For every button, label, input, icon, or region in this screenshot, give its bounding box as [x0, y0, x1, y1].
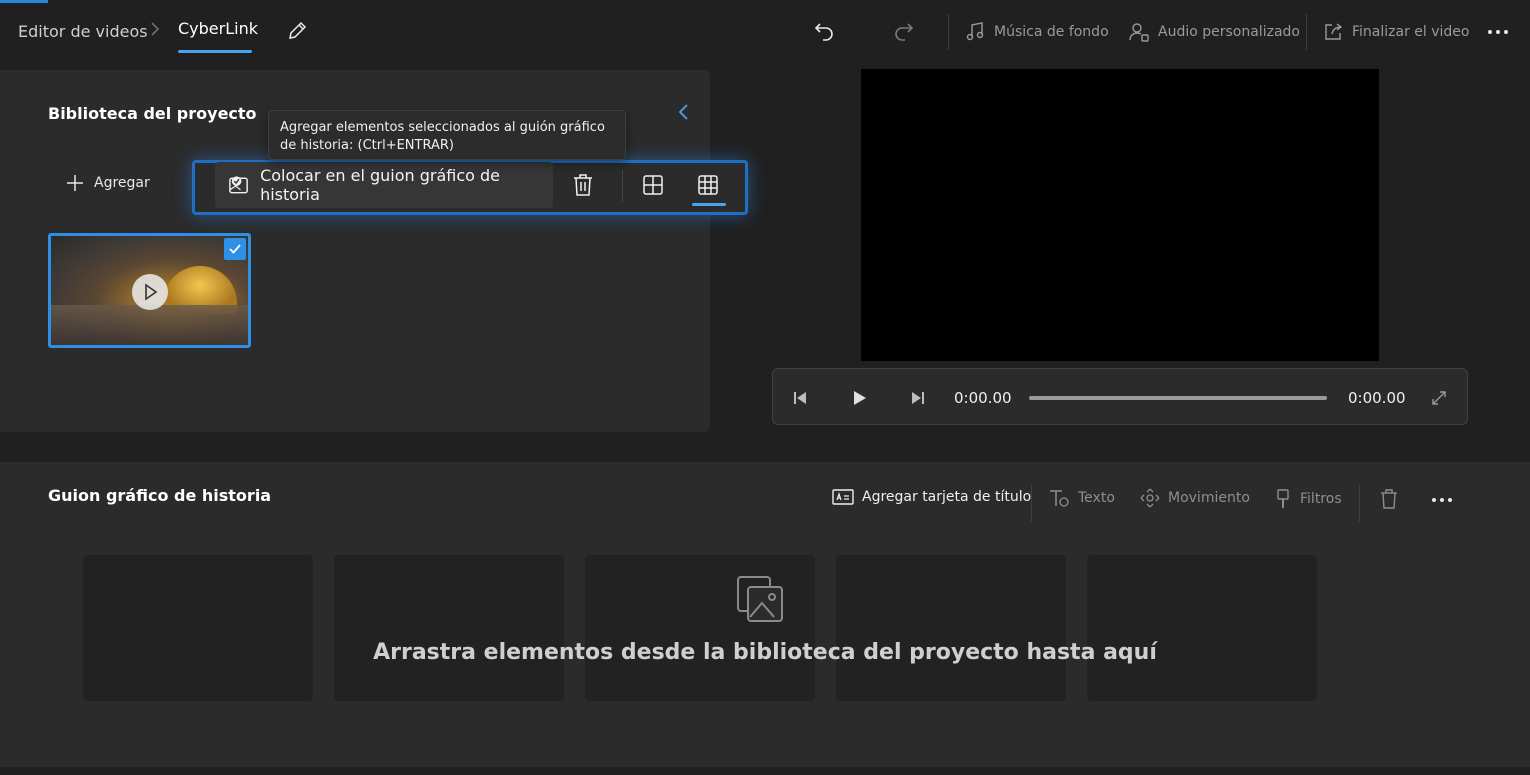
- add-title-card-label: Agregar tarjeta de título: [862, 489, 1032, 505]
- text-button[interactable]: Texto: [1048, 488, 1115, 508]
- storyboard-slot: [836, 555, 1066, 701]
- more-options-icon[interactable]: [1486, 22, 1510, 46]
- add-media-button[interactable]: Agregar: [66, 174, 150, 192]
- loading-indicator: [0, 0, 48, 3]
- background-music-label: Música de fondo: [994, 24, 1109, 40]
- fullscreen-expand-icon[interactable]: [1429, 388, 1449, 408]
- custom-audio-button[interactable]: Audio personalizado: [1128, 18, 1300, 46]
- media-thumbnail[interactable]: [48, 233, 251, 348]
- large-grid-view-icon[interactable]: [640, 172, 666, 198]
- project-library-title: Biblioteca del proyecto: [48, 104, 257, 123]
- play-overlay-icon[interactable]: [132, 274, 168, 310]
- place-in-storyboard-label: Colocar en el guion gráfico de historia: [260, 166, 501, 204]
- place-in-storyboard-tooltip: Agregar elementos seleccionados al guión…: [268, 110, 626, 160]
- storyboard-delete-icon[interactable]: [1379, 488, 1399, 514]
- toolbar-divider: [948, 14, 949, 50]
- background-music-button[interactable]: Música de fondo: [964, 18, 1109, 46]
- breadcrumb-separator-icon: [150, 21, 164, 41]
- bottom-strip: [0, 767, 1530, 775]
- share-export-icon: [1325, 23, 1343, 40]
- collapse-library-chevron-icon[interactable]: [676, 102, 696, 126]
- filters-brush-icon: [1277, 489, 1289, 508]
- storyboard-slot: [1087, 555, 1317, 701]
- title-card-icon: [832, 489, 854, 505]
- finish-video-button[interactable]: Finalizar el video: [1322, 18, 1469, 46]
- rename-pencil-icon[interactable]: [286, 20, 308, 46]
- breadcrumb-active-indicator: [178, 50, 252, 53]
- playback-controls: 0:00.00 0:00.00: [772, 368, 1468, 425]
- finish-video-label: Finalizar el video: [1352, 24, 1470, 40]
- breadcrumb-root[interactable]: Editor de videos: [18, 22, 148, 41]
- filters-button[interactable]: Filtros: [1274, 488, 1342, 510]
- plus-icon: [67, 175, 83, 191]
- undo-icon[interactable]: [812, 19, 836, 47]
- music-note-icon: [966, 22, 984, 41]
- storyboard-more-icon[interactable]: [1430, 492, 1454, 512]
- storyboard-title: Guion gráfico de historia: [48, 486, 272, 505]
- motion-button[interactable]: Movimiento: [1140, 488, 1250, 508]
- delete-trash-icon[interactable]: [570, 172, 596, 198]
- text-label: Texto: [1078, 490, 1115, 506]
- redo-icon[interactable]: [892, 19, 916, 47]
- add-media-label: Agregar: [94, 175, 150, 191]
- filters-label: Filtros: [1300, 491, 1342, 507]
- person-audio-icon: [1129, 23, 1149, 42]
- toolbar-divider: [1306, 14, 1307, 50]
- small-grid-view-icon[interactable]: [695, 172, 721, 198]
- selected-checkmark-icon[interactable]: [224, 238, 246, 260]
- thumbnail-city: [51, 305, 248, 345]
- add-title-card-button[interactable]: Agregar tarjeta de título: [832, 488, 1031, 506]
- place-in-storyboard-icon: [229, 176, 248, 194]
- storyboard-divider: [1359, 484, 1360, 522]
- breadcrumb-current: CyberLink: [178, 19, 258, 38]
- storyboard-slot: [334, 555, 564, 701]
- custom-audio-label: Audio personalizado: [1158, 24, 1300, 40]
- previous-frame-icon[interactable]: [791, 388, 811, 408]
- storyboard-slot: [83, 555, 313, 701]
- seek-bar[interactable]: [1029, 396, 1327, 400]
- media-gallery-icon: [734, 573, 786, 625]
- motion-icon: [1140, 488, 1160, 508]
- storyboard-divider: [1031, 484, 1032, 522]
- toolbar-divider: [622, 170, 623, 202]
- top-bar: Editor de videos CyberLink Música de fon…: [0, 0, 1530, 64]
- active-view-indicator: [692, 203, 726, 206]
- total-time: 0:00.00: [1348, 389, 1406, 407]
- storyboard-empty-message: Arrastra elementos desde la biblioteca d…: [373, 640, 1157, 665]
- motion-label: Movimiento: [1168, 490, 1250, 506]
- text-icon: [1050, 490, 1069, 507]
- play-icon[interactable]: [849, 388, 869, 408]
- storyboard-panel: Guion gráfico de historia Agregar tarjet…: [0, 462, 1530, 767]
- next-frame-icon[interactable]: [907, 388, 927, 408]
- current-time: 0:00.00: [954, 389, 1012, 407]
- place-in-storyboard-button[interactable]: Colocar en el guion gráfico de historia: [215, 162, 553, 208]
- video-preview[interactable]: [861, 69, 1379, 361]
